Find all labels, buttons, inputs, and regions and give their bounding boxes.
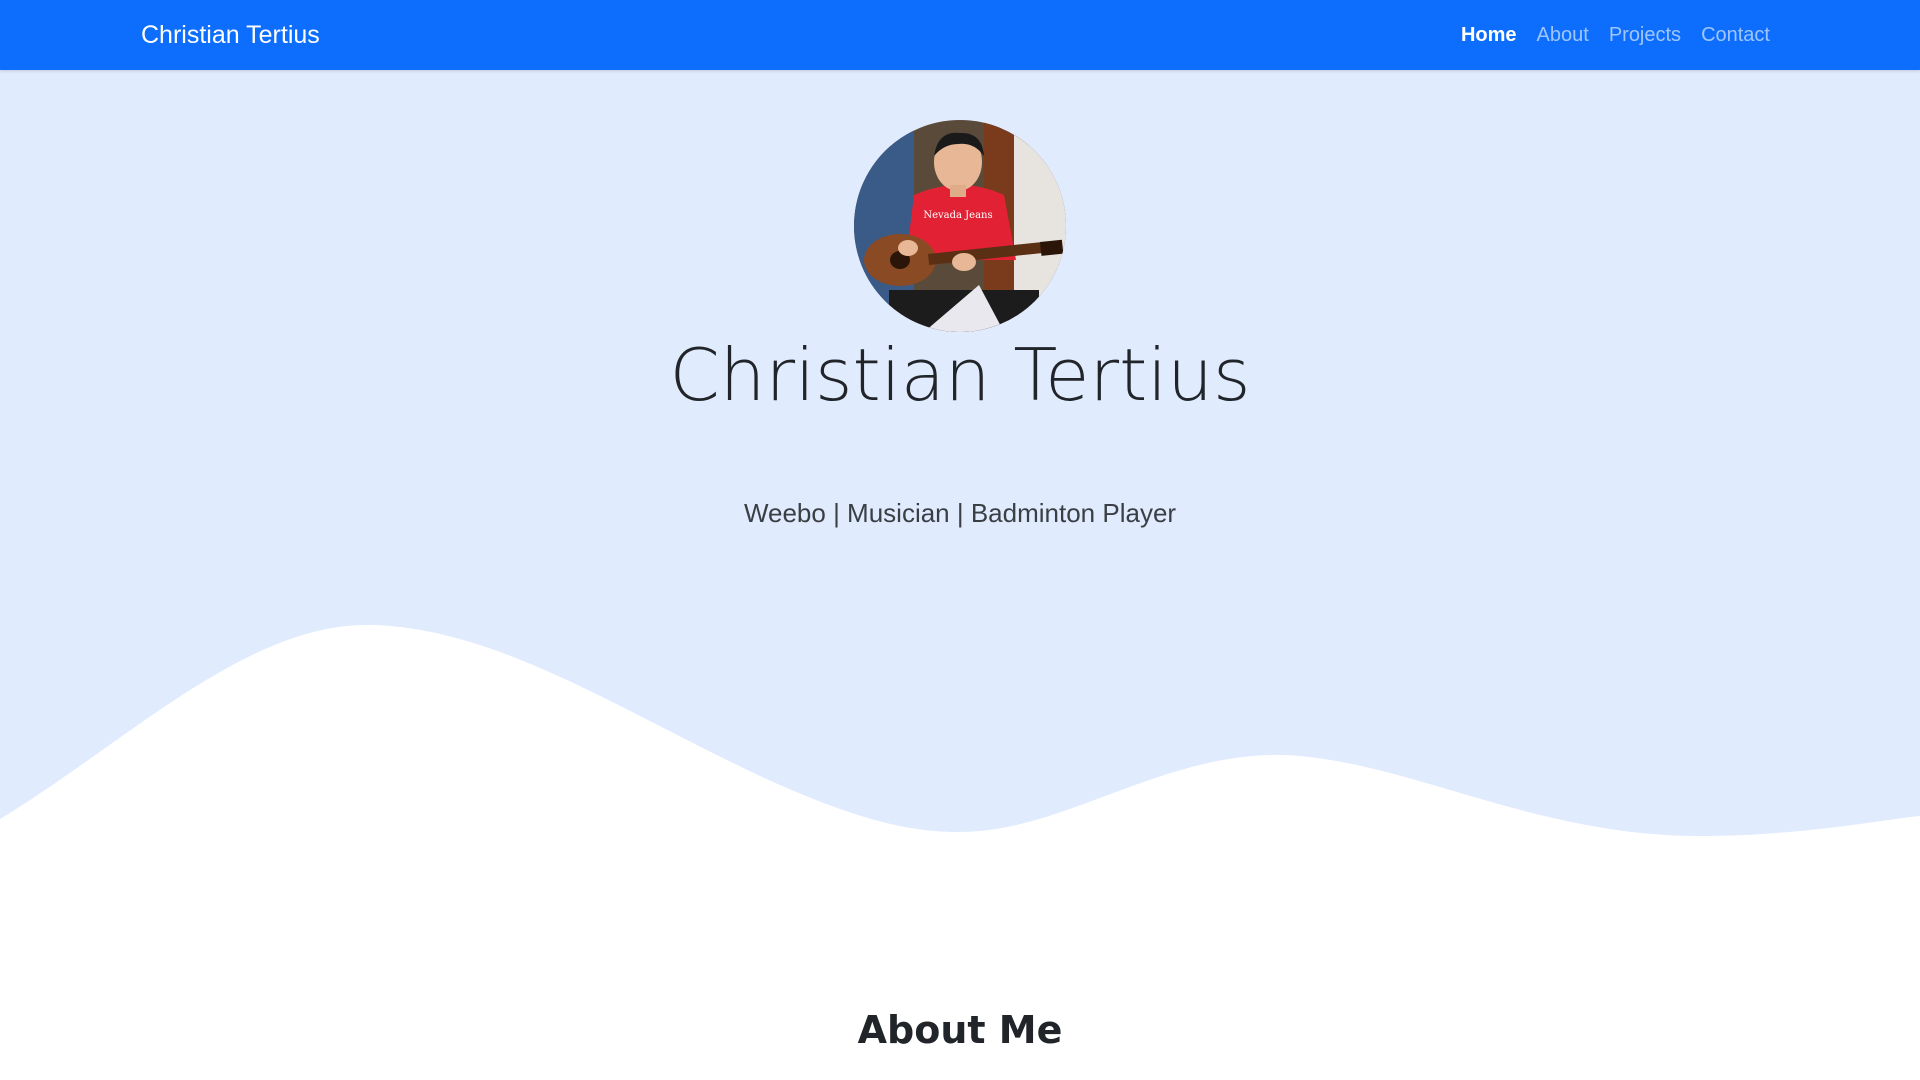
nav-link-about[interactable]: About bbox=[1537, 22, 1589, 48]
nav-link-home[interactable]: Home bbox=[1461, 22, 1517, 48]
about-title: About Me bbox=[857, 1008, 1063, 1052]
avatar: Nevada Jeans bbox=[854, 120, 1066, 332]
hero-section: Nevada Jeans Christian Tertius Weebo | M… bbox=[0, 70, 1920, 870]
hero-tagline: Weebo | Musician | Badminton Player bbox=[743, 498, 1177, 528]
hero-title: Christian Tertius bbox=[669, 333, 1251, 417]
nav-link-contact[interactable]: Contact bbox=[1701, 22, 1770, 48]
navbar-brand[interactable]: Christian Tertius bbox=[141, 20, 320, 50]
nav-links: Home About Projects Contact bbox=[1461, 22, 1770, 48]
nav-link-projects[interactable]: Projects bbox=[1609, 22, 1681, 48]
profile-photo-icon: Nevada Jeans bbox=[854, 120, 1066, 332]
svg-text:Nevada Jeans: Nevada Jeans bbox=[923, 210, 992, 221]
navbar: Christian Tertius Home About Projects Co… bbox=[0, 0, 1920, 70]
